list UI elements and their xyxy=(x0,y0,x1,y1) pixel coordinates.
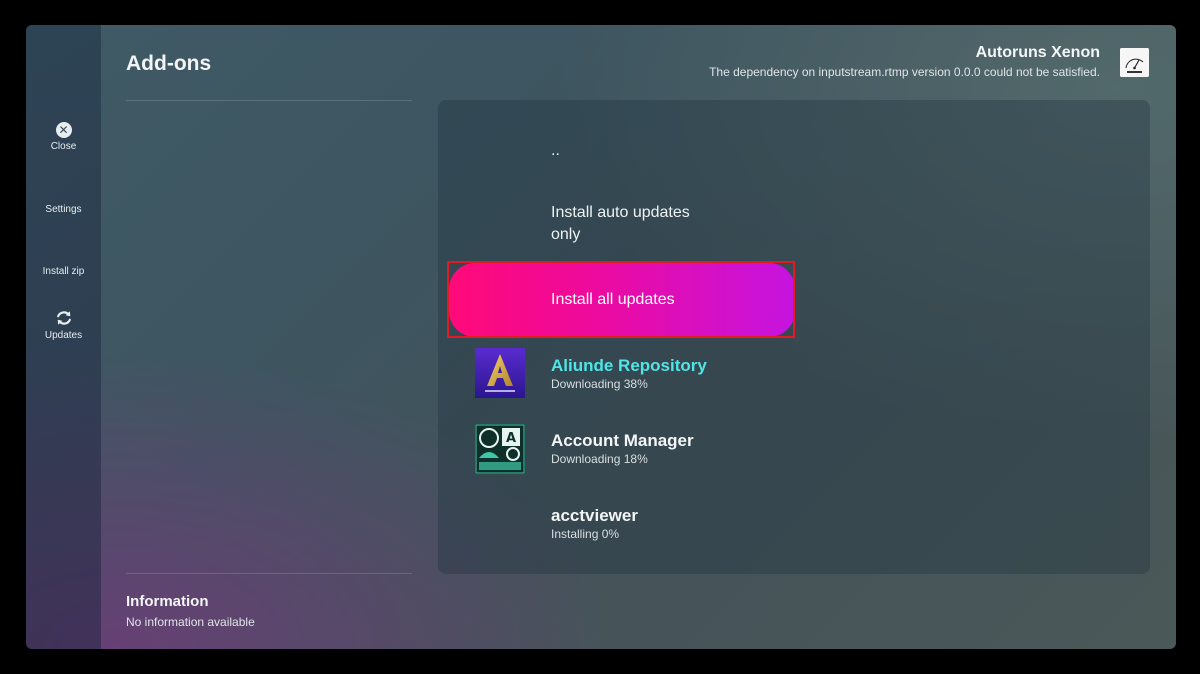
sidebar-item-label: Updates xyxy=(44,330,83,341)
sidebar-item-settings[interactable]: Settings xyxy=(26,204,101,215)
list-item-label: only xyxy=(551,226,581,243)
info-text: No information available xyxy=(126,615,255,629)
sidebar-item-label: Close xyxy=(50,141,77,152)
account-manager-logo-icon: A xyxy=(475,424,525,474)
svg-text:A: A xyxy=(506,431,516,446)
divider xyxy=(126,573,412,574)
list-item-install-auto-updates[interactable]: Install auto updates only xyxy=(438,197,798,253)
sidebar: ✕ Close Settings Install zip Updates xyxy=(26,25,101,649)
aliunde-logo-icon xyxy=(475,348,525,398)
info-heading: Information xyxy=(126,593,209,610)
sidebar-item-install-zip[interactable]: Install zip xyxy=(26,266,101,277)
refresh-icon xyxy=(56,311,71,325)
addon-logo-icon xyxy=(1120,48,1149,77)
list-item-label: Install auto updates xyxy=(551,204,690,221)
list-item-parent[interactable]: .. xyxy=(438,135,798,175)
addon-name: Autoruns Xenon xyxy=(975,44,1100,61)
addon-status-message: The dependency on inputstream.rtmp versi… xyxy=(709,65,1100,79)
sidebar-item-label: Settings xyxy=(45,204,82,215)
addons-window: ✕ Close Settings Install zip Updates Add… xyxy=(26,25,1176,649)
addon-title: Aliunde Repository xyxy=(551,356,707,375)
addon-status: Downloading 38% xyxy=(551,377,648,391)
list-item-label: Install all updates xyxy=(551,291,675,308)
addon-title: acctviewer xyxy=(551,506,638,525)
list-item-label: .. xyxy=(551,142,560,159)
sidebar-item-close[interactable]: ✕ Close xyxy=(26,122,101,152)
close-icon: ✕ xyxy=(55,122,72,138)
addon-title: Account Manager xyxy=(551,431,694,450)
addon-status: Installing 0% xyxy=(551,527,620,541)
addon-status: Downloading 18% xyxy=(551,452,648,466)
sidebar-item-updates[interactable]: Updates xyxy=(26,309,101,341)
divider xyxy=(126,100,412,101)
page-title: Add-ons xyxy=(126,52,212,75)
sidebar-item-label: Install zip xyxy=(42,266,85,277)
list-item-install-all-updates[interactable]: Install all updates xyxy=(438,283,798,323)
